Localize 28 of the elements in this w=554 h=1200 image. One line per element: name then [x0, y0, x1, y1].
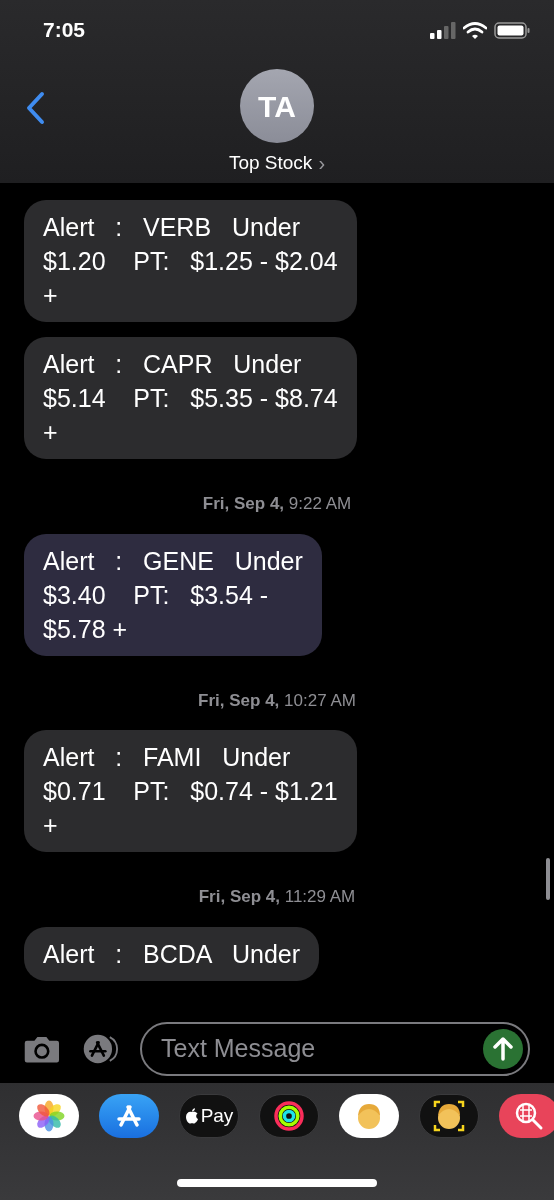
- app-store-button[interactable]: [99, 1094, 159, 1138]
- contact-name[interactable]: Top Stock: [228, 148, 313, 178]
- battery-icon: [494, 21, 530, 39]
- rings-icon: [273, 1100, 305, 1132]
- message-bubble[interactable]: Alert : GENE Under $3.40 PT: $3.54 - $5.78 +: [24, 533, 322, 656]
- message-bubble[interactable]: Alert : VERB Under $1.20 PT: $1.25 - $2.04 +: [24, 200, 357, 322]
- flower-icon: [33, 1100, 65, 1132]
- message-bubble[interactable]: Alert : BCDA Under: [24, 926, 320, 981]
- status-time: 7:05: [43, 17, 86, 44]
- photos-app-button[interactable]: [19, 1094, 79, 1138]
- web-search-button[interactable]: [499, 1094, 554, 1138]
- memoji-button[interactable]: [339, 1094, 399, 1138]
- timestamp: Fri, Sep 4, 11:29 AM: [198, 886, 357, 908]
- timestamp: Fri, Sep 4, 9:22 AM: [202, 493, 353, 515]
- search-icon: [514, 1101, 544, 1131]
- signal-icon: [430, 21, 456, 39]
- back-icon[interactable]: [25, 91, 45, 125]
- wifi-icon: [463, 21, 487, 39]
- message-bubble[interactable]: Alert : CAPR Under $5.14 PT: $5.35 - $8.74 +: [24, 337, 357, 459]
- scroll-indicator: [546, 858, 550, 900]
- message-input[interactable]: Text Message: [161, 1030, 483, 1068]
- message-composer[interactable]: Text Message: [140, 1022, 530, 1076]
- send-icon[interactable]: [483, 1029, 523, 1069]
- apple-pay-button[interactable]: Pay: [179, 1094, 239, 1138]
- message-bubble[interactable]: Alert : FAMI Under $0.71 PT: $0.74 - $1.21 +: [24, 730, 357, 852]
- chevron-icon: ›: [318, 148, 326, 178]
- timestamp: Fri, Sep 4, 10:27 AM: [198, 689, 357, 712]
- apple-icon: [184, 1108, 199, 1124]
